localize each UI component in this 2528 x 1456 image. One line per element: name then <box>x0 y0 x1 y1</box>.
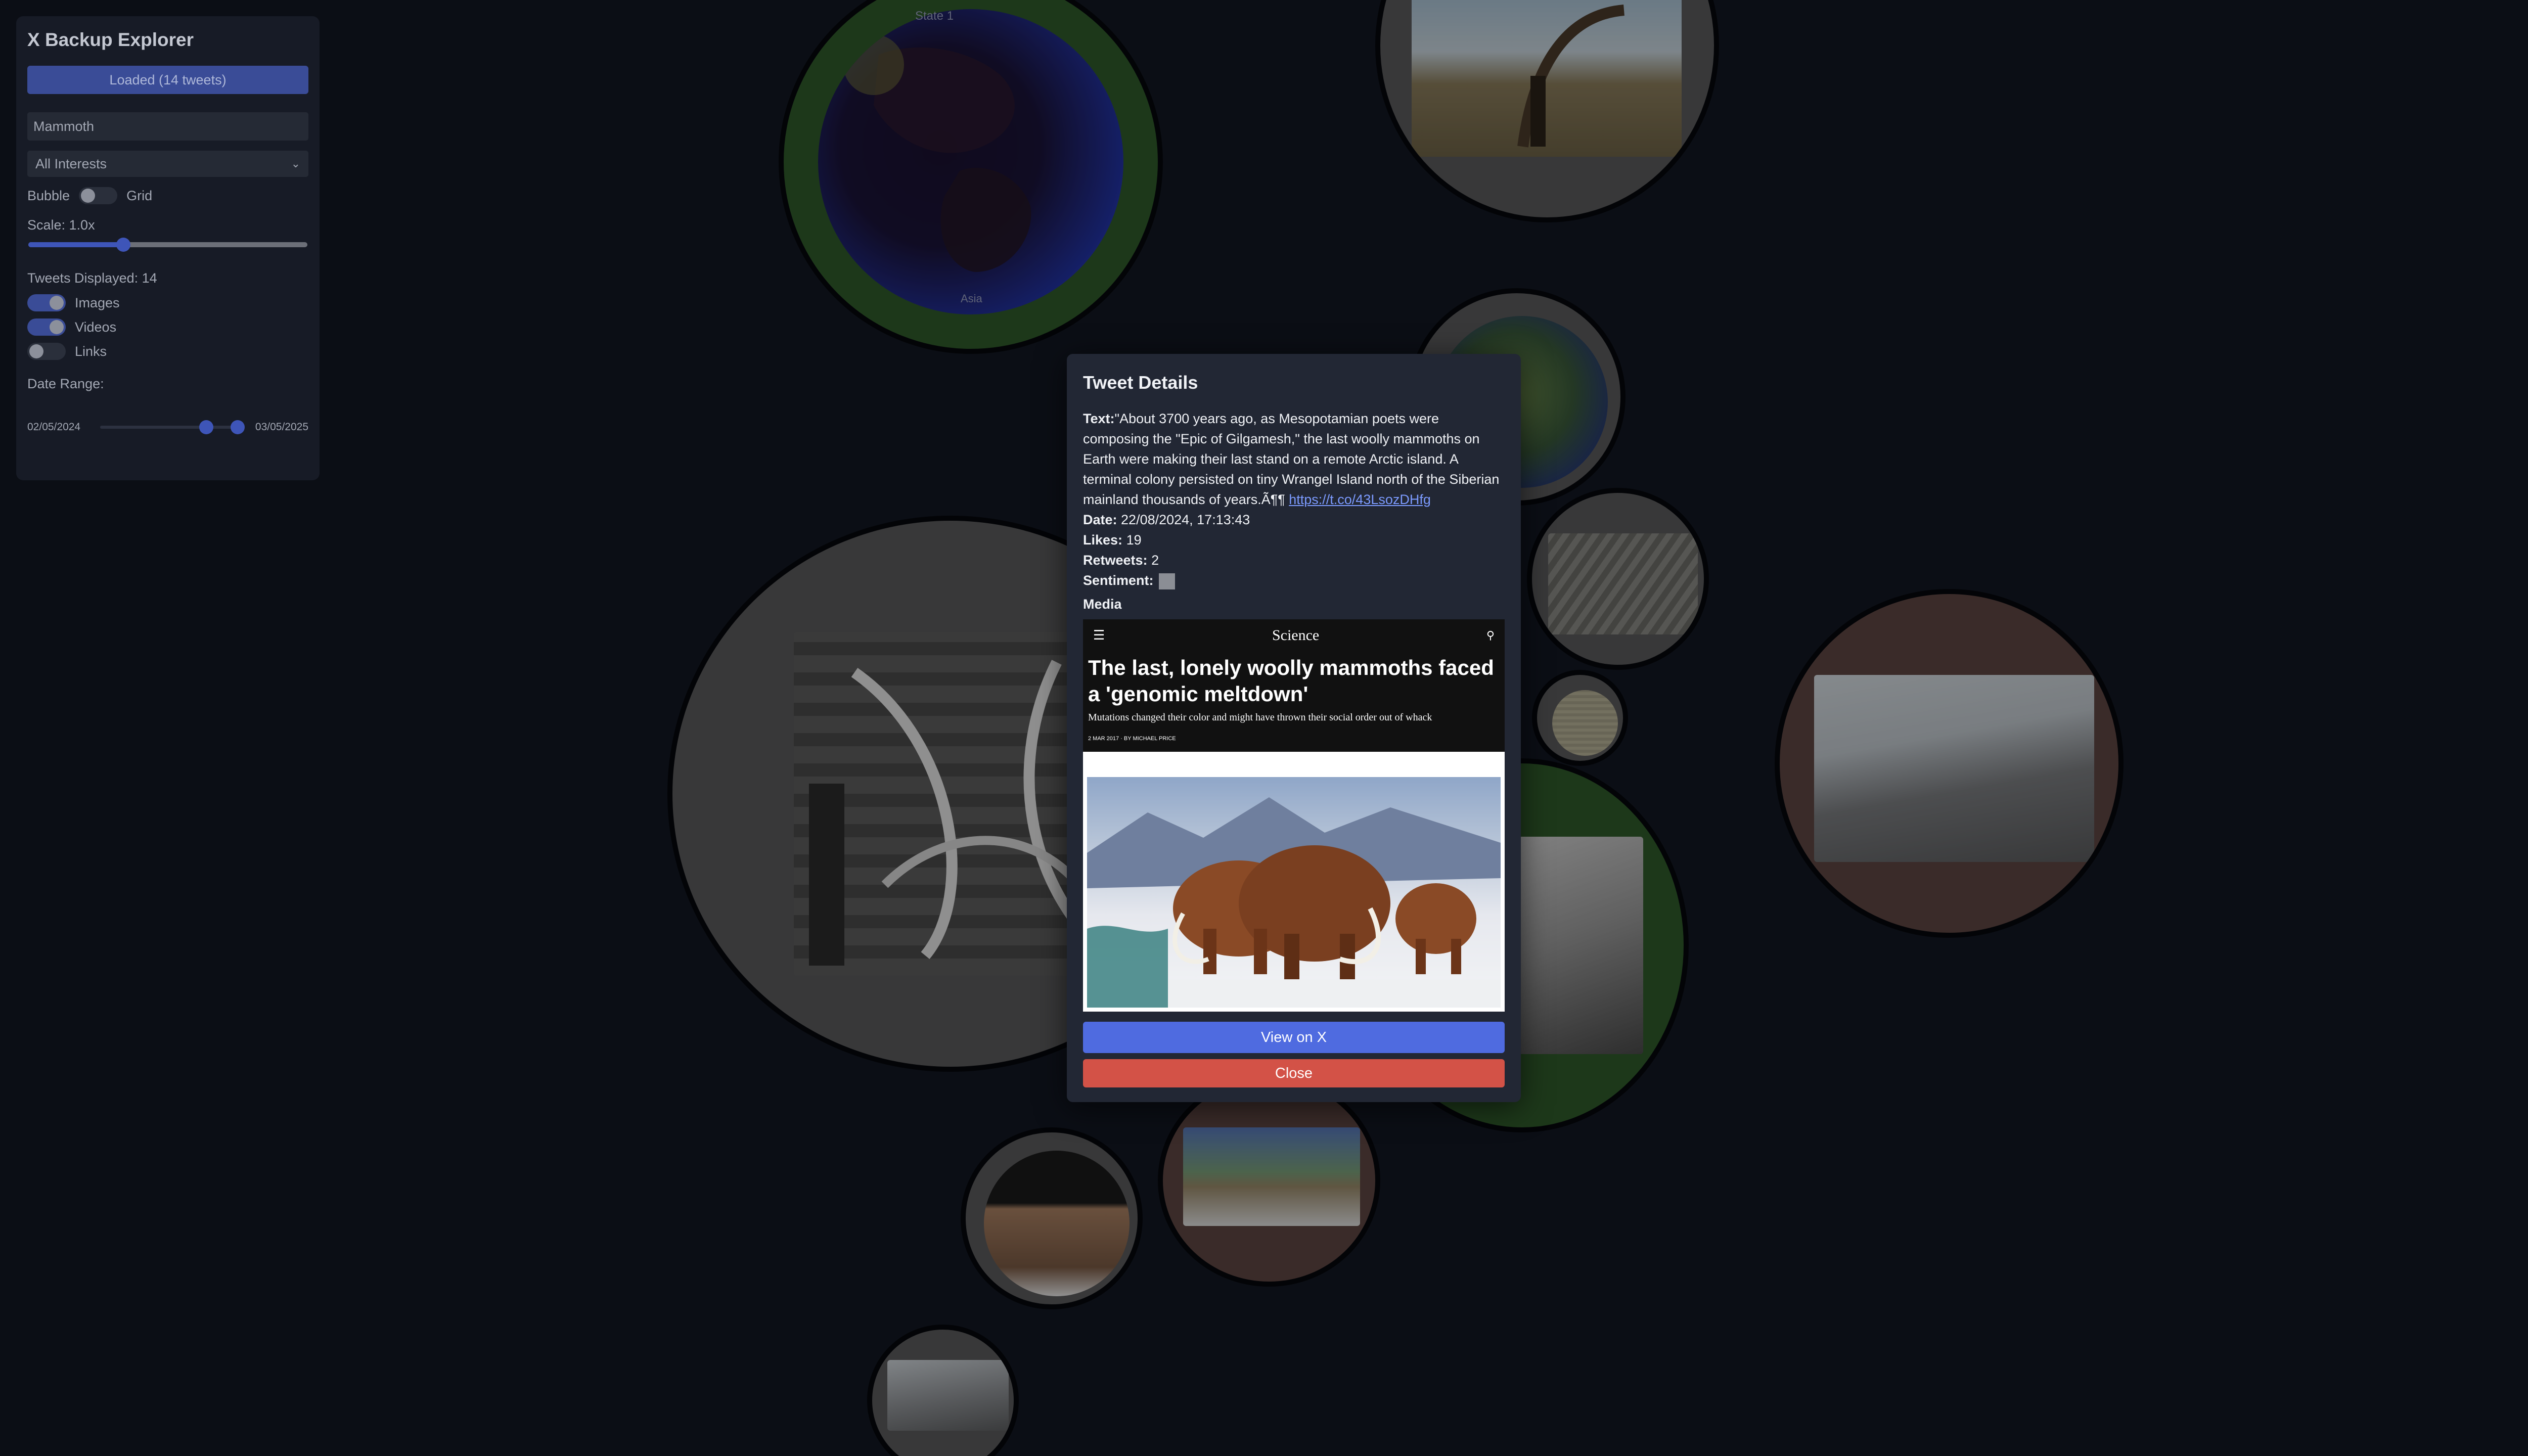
sentiment-indicator <box>1158 573 1175 589</box>
date-label: Date: <box>1083 512 1117 527</box>
scale-slider-fill <box>28 242 123 247</box>
filter-videos: Videos <box>27 318 308 336</box>
date-end: 03/05/2025 <box>255 421 308 433</box>
landscape-photo <box>1814 675 2094 862</box>
tweet-bubble-map[interactable] <box>1158 1074 1380 1287</box>
close-button[interactable]: Close <box>1083 1059 1505 1087</box>
small-landscape-thumb <box>887 1360 1009 1431</box>
date-end-handle[interactable] <box>231 420 245 434</box>
date-range-slider[interactable] <box>100 420 245 434</box>
tweet-bubble-rock[interactable] <box>1527 488 1709 670</box>
search-icon: ⚲ <box>1486 629 1495 642</box>
media-heading: Media <box>1083 597 1122 612</box>
media-article-header: The last, lonely woolly mammoths faced a… <box>1083 652 1505 752</box>
scale-slider[interactable] <box>27 238 308 252</box>
sentiment-label: Sentiment: <box>1083 573 1154 588</box>
tweet-bubble-landscape[interactable] <box>1775 589 2124 938</box>
tusk-photo <box>1412 0 1682 157</box>
menu-icon: ☰ <box>1093 628 1105 643</box>
interest-select-value: All Interests <box>35 156 107 171</box>
likes-label: Likes: <box>1083 532 1123 548</box>
article-thumb <box>984 1151 1130 1296</box>
date-range-row: 02/05/2024 03/05/2025 <box>27 420 308 434</box>
tweets-displayed: Tweets Displayed: 14 <box>27 270 157 286</box>
chevron-down-icon: ⌄ <box>291 157 300 170</box>
tweet-bubble-globe[interactable]: State 1 Asia <box>779 0 1163 354</box>
document-thumb <box>1552 690 1618 756</box>
media-subhead: Mutations changed their color and might … <box>1088 712 1432 723</box>
tweet-bubble-tusk[interactable] <box>1375 0 1719 222</box>
tweet-likes-value: 19 <box>1126 532 1142 548</box>
filter-links: Links <box>27 343 308 360</box>
map-thumb <box>1183 1127 1360 1226</box>
tweet-retweets: Retweets: 2 <box>1083 550 1505 570</box>
view-toggle-row: Bubble Grid <box>27 187 308 204</box>
tweet-text: Text:"About 3700 years ago, as Mesopotam… <box>1083 408 1505 510</box>
globe-footer-label: Asia <box>961 292 982 305</box>
links-label: Links <box>75 343 107 359</box>
tweet-date-value: 22/08/2024, 17:13:43 <box>1121 512 1250 527</box>
globe-state-label: State 1 <box>915 9 954 23</box>
text-label: Text: <box>1083 411 1115 426</box>
scale-label: Scale: 1.0x <box>27 217 95 233</box>
tweet-sentiment: Sentiment: <box>1083 570 1505 590</box>
media-site-bar: ☰ Science ⚲ <box>1083 619 1505 652</box>
view-grid-label: Grid <box>126 188 153 203</box>
interest-select[interactable]: All Interests ⌄ <box>27 151 308 177</box>
videos-toggle[interactable] <box>27 318 66 336</box>
tweet-bubble-document[interactable] <box>1532 670 1628 766</box>
date-start: 02/05/2024 <box>27 421 81 433</box>
tweet-retweets-value: 2 <box>1151 553 1159 568</box>
view-on-x-button[interactable]: View on X <box>1083 1022 1505 1053</box>
date-range-label: Date Range: <box>27 376 104 391</box>
images-label: Images <box>75 295 120 310</box>
view-mode-toggle[interactable] <box>79 187 118 204</box>
media-filters: Images Videos Links <box>27 294 308 360</box>
tweet-bubble-article[interactable] <box>961 1127 1143 1309</box>
rock-photo <box>1548 533 1698 634</box>
load-file-button[interactable]: Loaded (14 tweets) <box>27 66 308 94</box>
tweet-details-modal: Tweet Details Text:"About 3700 years ago… <box>1067 354 1521 1102</box>
images-toggle[interactable] <box>27 294 66 311</box>
tweet-bubble-small-landscape[interactable] <box>867 1325 1019 1456</box>
search-input[interactable] <box>27 112 308 141</box>
view-bubble-label: Bubble <box>27 188 70 203</box>
tweet-likes: Likes: 19 <box>1083 530 1505 550</box>
modal-title: Tweet Details <box>1083 372 1198 393</box>
globe-image <box>818 9 1123 314</box>
media-headline: The last, lonely woolly mammoths faced a… <box>1088 656 1494 706</box>
control-panel: X Backup Explorer Loaded (14 tweets) All… <box>16 16 320 480</box>
scale-slider-track <box>28 238 307 252</box>
mammoth-painting <box>1087 777 1501 1008</box>
date-start-handle[interactable] <box>199 420 213 434</box>
filter-images: Images <box>27 294 308 311</box>
media-preview[interactable]: ☰ Science ⚲ The last, lonely woolly mamm… <box>1083 619 1505 1012</box>
videos-label: Videos <box>75 319 117 335</box>
retweets-label: Retweets: <box>1083 553 1148 568</box>
links-toggle[interactable] <box>27 343 66 360</box>
tweet-date: Date: 22/08/2024, 17:13:43 <box>1083 510 1505 530</box>
tweet-link[interactable]: https://t.co/43LsozDHfg <box>1289 492 1431 507</box>
media-site-name: Science <box>1272 627 1320 644</box>
media-meta: 2 MAR 2017 · BY MICHAEL PRICE <box>1088 736 1176 742</box>
scale-slider-thumb[interactable] <box>116 238 130 252</box>
app-title: X Backup Explorer <box>27 29 194 50</box>
